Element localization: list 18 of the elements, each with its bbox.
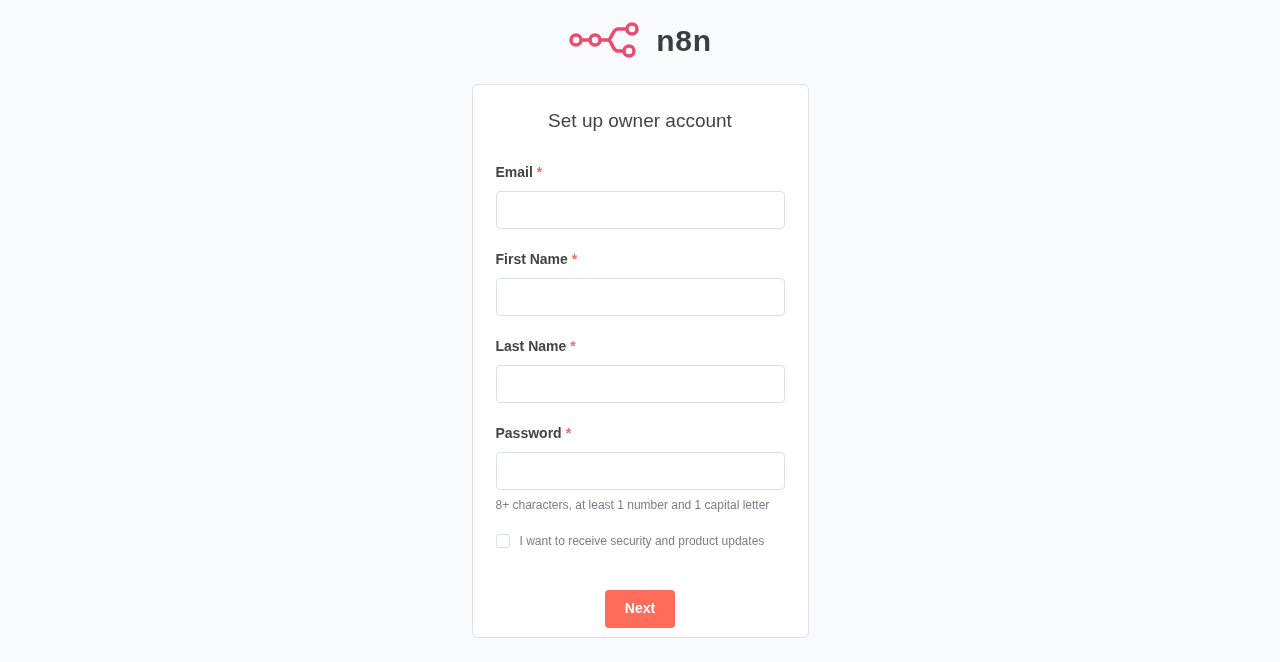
required-mark: *	[536, 162, 543, 182]
checkbox[interactable]	[495, 533, 510, 548]
logo-text: n8n	[656, 22, 712, 59]
field-label: Last Name	[495, 336, 567, 356]
form-title: Set up owner account	[547, 109, 733, 133]
checkbox-label: I want to receive security and product updates	[519, 532, 765, 550]
required-mark: *	[570, 336, 576, 356]
input-field[interactable]	[495, 190, 785, 229]
field-label: First Name	[495, 249, 568, 269]
field-label: Password	[495, 423, 562, 443]
input-field[interactable]	[495, 364, 785, 403]
next-button[interactable]: Next	[604, 589, 676, 628]
required-mark: *	[571, 249, 578, 269]
input-field[interactable]	[495, 451, 785, 490]
hint-text: 8+ characters, at least 1 number and 1 capital letter	[495, 496, 771, 514]
input-field[interactable]	[495, 277, 785, 316]
field-label: Email	[495, 162, 533, 182]
required-mark: *	[565, 423, 572, 443]
